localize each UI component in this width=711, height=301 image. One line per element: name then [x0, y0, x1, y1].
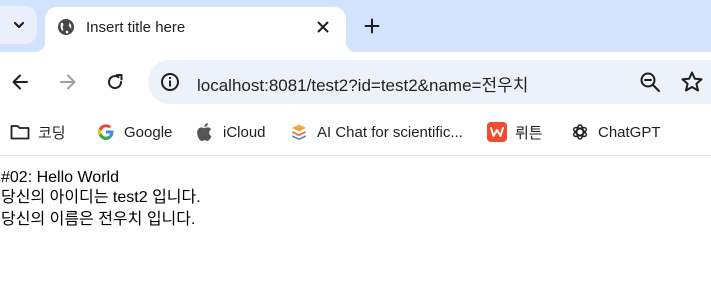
reload-icon: [108, 74, 123, 90]
heading-line: #02: Hello World: [1, 169, 119, 186]
bookmark-chatgpt[interactable]: ChatGPT: [570, 120, 661, 144]
page-content: #02: Hello World 당신의 아이디는 test2 입니다. 당신의…: [0, 157, 711, 301]
bookmark-label: ChatGPT: [598, 123, 661, 141]
reload-button[interactable]: [103, 70, 127, 94]
bookmark-wrtn[interactable]: 뤼튼: [487, 120, 543, 144]
close-icon: [317, 21, 329, 33]
info-icon: [161, 73, 179, 91]
active-tab[interactable]: Insert title here: [35, 7, 356, 52]
bookmarks-bar: 코딩 Google iCloud AI Chat for scientific.…: [0, 110, 711, 156]
new-tab-button[interactable]: [360, 14, 384, 38]
bookmark-label: Google: [124, 123, 173, 141]
stack-icon: [289, 122, 309, 142]
forward-button[interactable]: [56, 70, 80, 94]
chatgpt-icon: [570, 122, 590, 142]
wrtn-icon: [487, 122, 507, 142]
arrow-left-icon: [12, 74, 28, 90]
tab-strip: Insert title here: [0, 0, 711, 52]
bookmark-folder-coding[interactable]: 코딩: [10, 120, 66, 144]
bookmark-icloud[interactable]: iCloud: [195, 120, 266, 144]
google-icon: [96, 122, 116, 142]
zoom-out-icon[interactable]: [639, 71, 661, 93]
bookmark-label: AI Chat for scientific...: [317, 123, 463, 141]
back-button[interactable]: [8, 70, 32, 94]
globe-icon: [58, 19, 74, 35]
bookmark-star-icon[interactable]: [680, 70, 704, 94]
arrow-right-icon: [60, 74, 76, 90]
name-line: 당신의 이름은 전우치 입니다.: [1, 211, 196, 228]
tab-close-button[interactable]: [313, 17, 333, 37]
bookmark-google[interactable]: Google: [96, 120, 172, 144]
bookmark-ai-chat[interactable]: AI Chat for scientific...: [289, 120, 463, 144]
apple-icon: [195, 122, 215, 142]
url-text[interactable]: localhost:8081/test2?id=test2&name=전우치: [197, 71, 528, 96]
bookmark-label: 뤼튼: [515, 124, 543, 142]
id-line: 당신의 아이디는 test2 입니다.: [1, 189, 201, 206]
tab-title: Insert title here: [86, 19, 186, 36]
plus-icon: [364, 18, 380, 34]
site-info-button[interactable]: [158, 70, 182, 94]
toolbar: localhost:8081/test2?id=test2&name=전우치: [0, 52, 711, 110]
chevron-down-icon: [13, 21, 24, 29]
folder-icon: [10, 122, 30, 142]
address-bar[interactable]: localhost:8081/test2?id=test2&name=전우치: [148, 60, 711, 104]
tab-search-button[interactable]: [0, 6, 37, 44]
bookmark-label: 코딩: [38, 124, 66, 142]
bookmark-label: iCloud: [223, 123, 266, 141]
